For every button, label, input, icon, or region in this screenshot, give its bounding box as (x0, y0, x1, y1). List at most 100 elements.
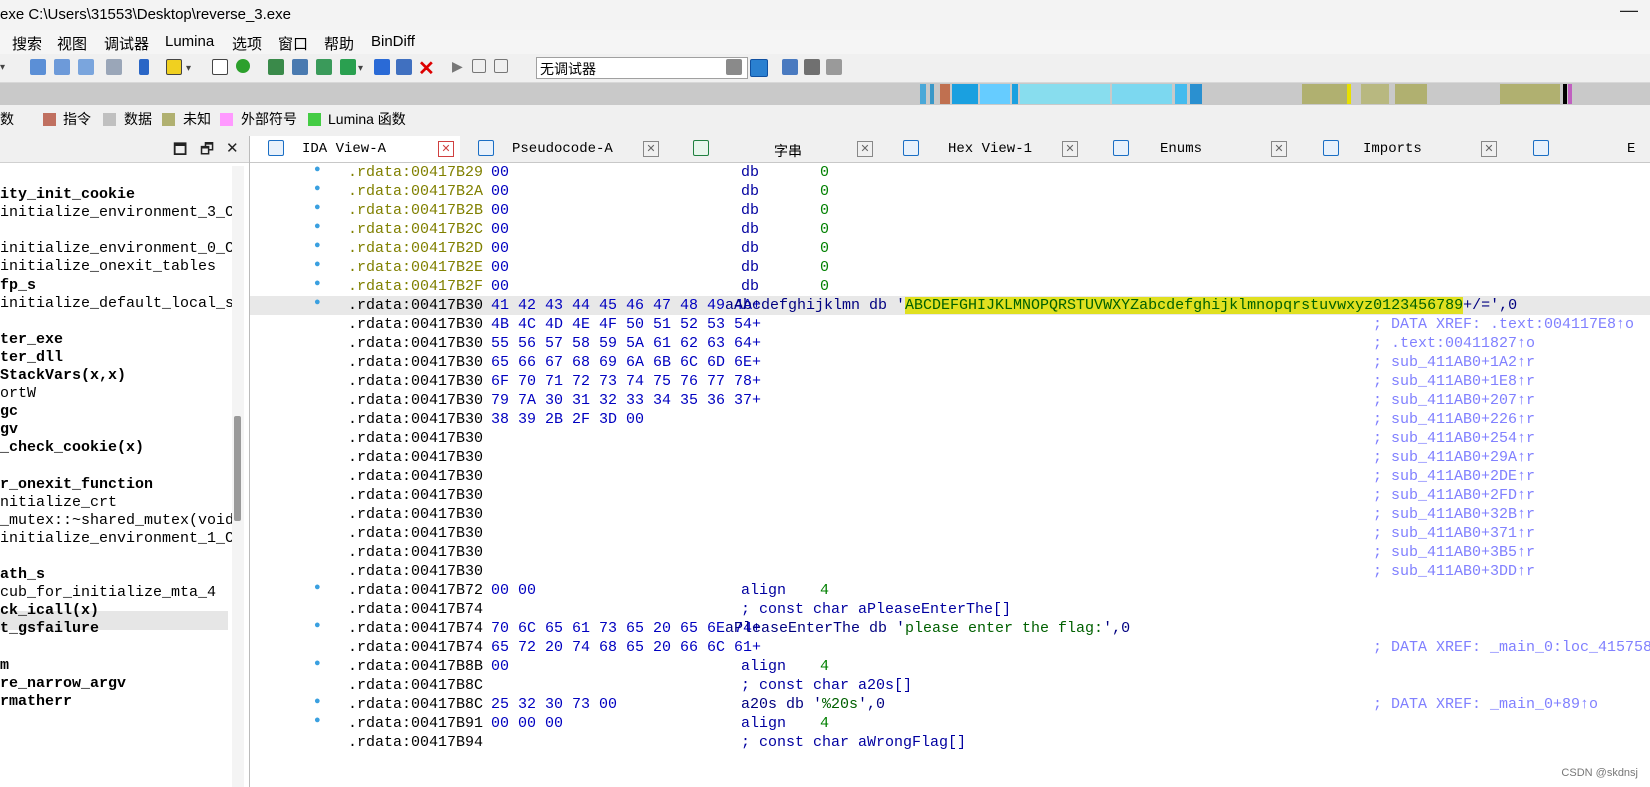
function-list-item[interactable]: initialize_onexit_tables (0, 257, 216, 276)
menu-help[interactable]: 帮助 (324, 33, 354, 54)
code-line[interactable]: ● .rdata:00417B8B 00 align 4 (250, 657, 1650, 676)
function-list-item[interactable]: _mutex::~shared_mutex(void (0, 511, 234, 530)
close-icon[interactable]: ✕ (1481, 141, 1497, 157)
function-list-item[interactable]: initialize_default_local_st (0, 294, 243, 313)
maximize-icon[interactable]: 🗖 (173, 139, 187, 164)
tab-pseudocode-a[interactable]: Pseudocode-A ✕ (460, 136, 675, 162)
menu-options[interactable]: 选项 (232, 33, 262, 54)
function-list-item[interactable]: gv (0, 420, 18, 439)
code-line[interactable]: .rdata:00417B30 65 66 67 68 69 6A 6B 6C 6… (250, 353, 1650, 372)
code-line[interactable]: .rdata:00417B30 ; sub_411AB0+2DE↑r (250, 467, 1650, 486)
function-list-item[interactable]: fp_s (0, 276, 36, 295)
function-list-item[interactable]: ortW (0, 384, 36, 403)
function-list-item[interactable]: rmatherr (0, 692, 72, 711)
debugger-select[interactable]: 无调试器 ⌄ (536, 57, 748, 79)
code-line[interactable]: .rdata:00417B74 65 72 20 74 68 65 20 66 6… (250, 638, 1650, 657)
menu-lumina[interactable]: Lumina (165, 33, 214, 50)
tracing-icon[interactable] (804, 59, 820, 75)
code-line[interactable]: ● .rdata:00417B2B 00 db 0 (250, 201, 1650, 220)
search-binary-icon[interactable] (106, 59, 122, 75)
dropdown-arrow-icon[interactable]: ▾ (186, 63, 194, 74)
menu-bindiff[interactable]: BinDiff (371, 33, 415, 50)
restore-icon[interactable]: 🗗 (200, 139, 214, 164)
code-line[interactable]: ● .rdata:00417B29 00 db 0 (250, 163, 1650, 182)
code-line[interactable]: ● .rdata:00417B8C 25 32 30 73 00 a20s db '%… (250, 695, 1650, 714)
code-line[interactable]: .rdata:00417B30 ; sub_411AB0+371↑r (250, 524, 1650, 543)
function-list-item[interactable]: gc (0, 402, 18, 421)
code-line[interactable]: .rdata:00417B74 ; const char aPleaseEnter… (250, 600, 1650, 619)
play-icon[interactable]: ▶ (452, 58, 463, 75)
close-icon[interactable]: ✕ (418, 56, 435, 81)
code-line[interactable]: ● .rdata:00417B2E 00 db 0 (250, 258, 1650, 277)
menu-debugger[interactable]: 调试器 (104, 33, 149, 54)
step-icon[interactable] (750, 59, 768, 77)
function-list-item[interactable]: initialize_environment_1_C (0, 529, 234, 548)
function-list-item[interactable]: ity_init_cookie (0, 185, 135, 204)
tab-strings[interactable]: 字串 ✕ (675, 136, 885, 162)
scrollbar-thumb[interactable] (234, 416, 241, 521)
code-line[interactable]: .rdata:00417B30 ; sub_411AB0+3DD↑r (250, 562, 1650, 581)
close-icon[interactable]: ✕ (438, 141, 454, 157)
menu-view[interactable]: 视图 (57, 33, 87, 54)
close-icon[interactable]: ✕ (857, 141, 873, 157)
navigation-band[interactable] (0, 83, 1650, 105)
code-line[interactable]: .rdata:00417B30 55 56 57 58 59 5A 61 62 6… (250, 334, 1650, 353)
function-list-item[interactable]: cub_for_initialize_mta_4 (0, 583, 216, 602)
function-list-item[interactable]: m (0, 656, 9, 675)
function-list-item[interactable]: ter_dll (0, 348, 63, 367)
tab-exports[interactable]: E (1515, 136, 1650, 162)
code-line[interactable]: ● .rdata:00417B30 41 42 43 44 45 46 47 48 … (250, 296, 1650, 315)
code-line[interactable]: ● .rdata:00417B2D 00 db 0 (250, 239, 1650, 258)
copy-icon[interactable] (30, 59, 46, 75)
text-search-icon[interactable] (166, 59, 182, 75)
tab-hex-view-1[interactable]: Hex View-1 ✕ (885, 136, 1095, 162)
tab-ida-view-a[interactable]: IDA View-A ✕ (250, 136, 460, 162)
edit-icon[interactable] (396, 59, 412, 75)
code-line[interactable]: .rdata:00417B30 ; sub_411AB0+3B5↑r (250, 543, 1650, 562)
down-arrow-icon[interactable] (139, 59, 149, 75)
code-line[interactable]: ● .rdata:00417B2C 00 db 0 (250, 220, 1650, 239)
code-line[interactable]: ● .rdata:00417B91 00 00 00 align 4 (250, 714, 1650, 733)
function-list-item[interactable]: r_onexit_function (0, 475, 153, 494)
code-line[interactable]: .rdata:00417B30 6F 70 71 72 73 74 75 76 7… (250, 372, 1650, 391)
code-line[interactable]: .rdata:00417B30 38 39 2B 2F 3D 00 ; sub_41… (250, 410, 1650, 429)
close-icon[interactable]: ✕ (643, 141, 659, 157)
breakpoints-icon[interactable] (782, 59, 798, 75)
code-line[interactable]: ● .rdata:00417B74 70 6C 65 61 73 65 20 65 … (250, 619, 1650, 638)
disassembly-listing[interactable]: ● .rdata:00417B29 00 db 0 ● .rdata:00417B2A 00 d… (250, 163, 1650, 787)
code-line[interactable]: .rdata:00417B30 79 7A 30 31 32 33 34 35 3… (250, 391, 1650, 410)
add-struct-icon[interactable] (316, 59, 332, 75)
code-line[interactable]: ● .rdata:00417B2A 00 db 0 (250, 182, 1650, 201)
graph-icon[interactable] (212, 59, 228, 75)
add-enum-icon[interactable] (340, 59, 356, 75)
gear-icon[interactable] (374, 59, 390, 75)
menu-search[interactable]: 搜索 (12, 33, 42, 54)
code-line[interactable]: .rdata:00417B30 ; sub_411AB0+2FD↑r (250, 486, 1650, 505)
add-function-icon[interactable] (268, 59, 284, 75)
code-line[interactable]: .rdata:00417B30 ; sub_411AB0+29A↑r (250, 448, 1650, 467)
function-list-item[interactable]: ter_exe (0, 330, 63, 349)
close-icon[interactable]: ✕ (1271, 141, 1287, 157)
function-list-item[interactable]: ck_icall(x) (0, 601, 99, 620)
dropdown-arrow-icon[interactable]: ▾ (358, 63, 366, 74)
text-icon[interactable] (54, 59, 70, 75)
stop-icon[interactable] (494, 59, 508, 73)
binary-icon[interactable] (78, 59, 94, 75)
function-list-item[interactable]: initialize_environment_0_C (0, 239, 234, 258)
tab-enums[interactable]: Enums ✕ (1095, 136, 1305, 162)
function-list-item[interactable]: re_narrow_argv (0, 674, 126, 693)
function-list-item[interactable]: nitialize_crt (0, 493, 117, 512)
function-list-item[interactable]: initialize_environment_3_C (0, 203, 234, 222)
code-line[interactable]: ● .rdata:00417B72 00 00 align 4 (250, 581, 1650, 600)
function-list-item[interactable]: ath_s (0, 565, 45, 584)
code-line[interactable]: .rdata:00417B94 ; const char aWrongFlag[] (250, 733, 1650, 752)
minimize-icon[interactable]: — (1620, 0, 1638, 21)
vertical-scrollbar[interactable] (232, 166, 244, 787)
attach-icon[interactable] (726, 59, 742, 75)
trace-options-icon[interactable] (826, 59, 842, 75)
tab-imports[interactable]: Imports ✕ (1305, 136, 1515, 162)
function-list-item[interactable]: _check_cookie(x) (0, 438, 144, 457)
run-icon[interactable] (236, 59, 250, 73)
code-line[interactable]: .rdata:00417B30 4B 4C 4D 4E 4F 50 51 52 5… (250, 315, 1650, 334)
close-icon[interactable]: ✕ (226, 139, 239, 157)
